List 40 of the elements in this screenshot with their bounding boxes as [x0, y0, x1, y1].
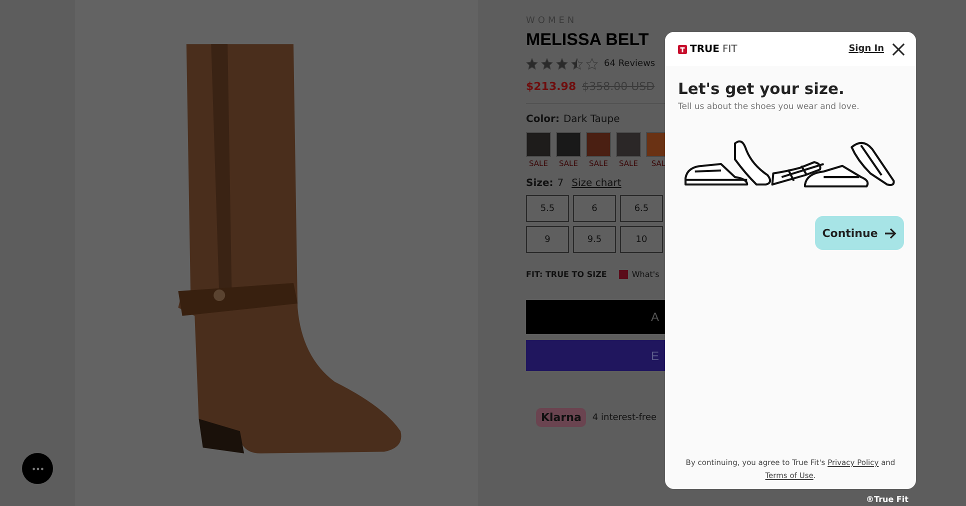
brand-name: TRUE	[690, 44, 720, 54]
buy-now-button[interactable]: E	[526, 340, 665, 371]
product-title: MELISSA BELT	[526, 30, 649, 50]
size-chart-link[interactable]: Size chart	[572, 178, 622, 189]
color-swatch[interactable]	[526, 132, 551, 157]
star-icon	[526, 58, 538, 70]
dialog-subheading: Tell us about the shoes you wear and love.	[678, 102, 860, 112]
sale-price: $213.98	[526, 80, 576, 93]
fit-label: FIT: TRUE TO SIZE	[526, 270, 607, 279]
sign-in-link[interactable]: Sign In	[848, 44, 884, 54]
reviews-link[interactable]: 64 Reviews	[604, 59, 656, 69]
size-option[interactable]: 9.5	[573, 226, 616, 253]
klarna-text: 4 interest-free	[592, 412, 657, 422]
add-to-bag-button[interactable]: A	[526, 300, 665, 334]
size-label: Size:	[526, 178, 554, 189]
color-label: Color:	[526, 114, 560, 125]
credit-text: ®True Fit	[866, 495, 908, 504]
star-icon	[556, 58, 568, 70]
color-swatch[interactable]	[616, 132, 641, 157]
klarna-badge: Klarna	[536, 408, 586, 427]
true-fit-logo-icon	[678, 44, 687, 54]
size-option[interactable]: 6.5	[620, 195, 663, 222]
color-value: Dark Taupe	[563, 114, 620, 125]
size-option[interactable]: 9	[526, 226, 569, 253]
size-value: 7	[557, 178, 564, 189]
size-option[interactable]: 5.5	[526, 195, 569, 222]
star-icon	[586, 58, 598, 70]
dialog-heading: Let's get your size.	[678, 80, 846, 98]
star-icon	[541, 58, 553, 70]
color-swatch[interactable]	[556, 132, 581, 157]
close-icon[interactable]	[892, 42, 905, 56]
continue-button[interactable]: Continue	[815, 216, 904, 250]
arrow-right-icon	[884, 228, 897, 238]
size-option[interactable]: 6	[573, 195, 616, 222]
size-option[interactable]: 10	[620, 226, 663, 253]
dots-icon	[32, 466, 44, 470]
fit-finder-link[interactable]: What's	[616, 267, 662, 282]
brand-suffix: FIT	[722, 44, 738, 54]
star-icon	[571, 58, 583, 70]
color-swatch[interactable]	[586, 132, 611, 157]
